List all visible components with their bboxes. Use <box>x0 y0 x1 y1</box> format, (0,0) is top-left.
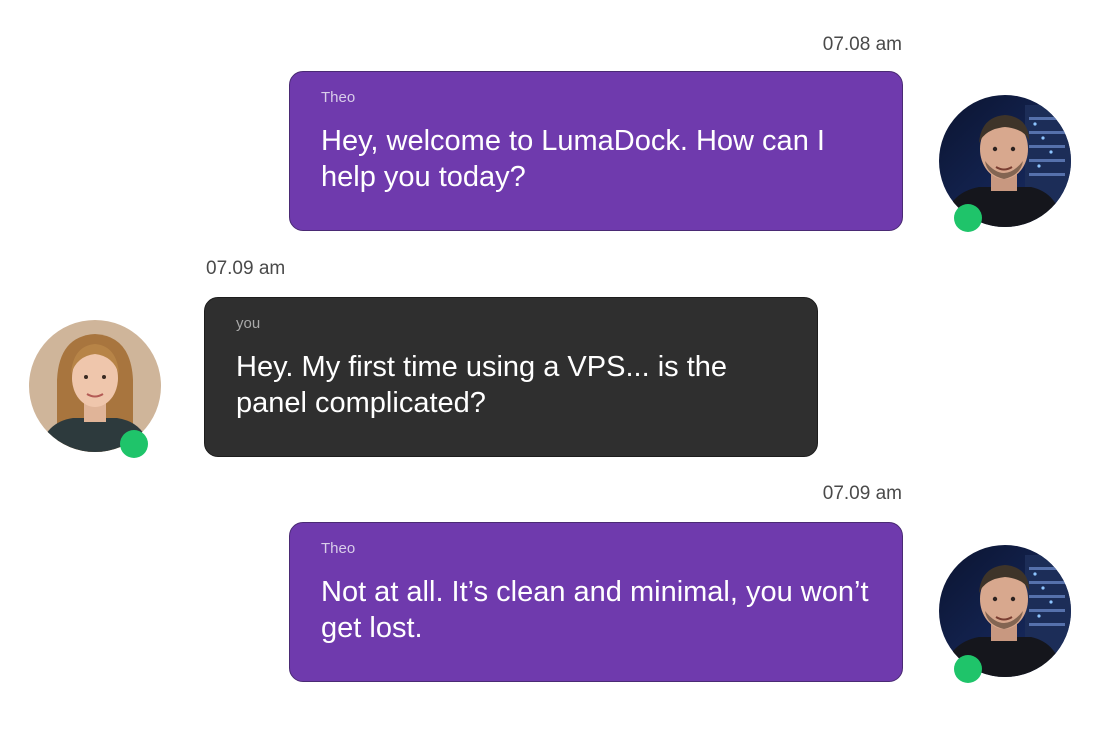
agent-avatar[interactable] <box>939 95 1071 232</box>
message-timestamp: 07.09 am <box>822 483 902 504</box>
sender-name: Theo <box>321 89 356 106</box>
message-text: Not at all. It’s clean and minimal, you … <box>321 576 869 644</box>
message-text: Hey, welcome to LumaDock. How can I help… <box>321 125 825 193</box>
sender-name: you <box>236 315 261 332</box>
message-bubble-agent: Theo Hey, welcome to LumaDock. How can I… <box>289 71 903 231</box>
message-bubble-agent: Theo Not at all. It’s clean and minimal,… <box>289 522 903 682</box>
sender-name: Theo <box>321 540 356 557</box>
agent-avatar[interactable] <box>939 545 1071 683</box>
message-text: Hey. My first time using a VPS... is the… <box>236 351 728 419</box>
message-timestamp: 07.09 am <box>206 258 286 279</box>
online-status-indicator <box>954 204 982 232</box>
message-bubble-user: you Hey. My first time using a VPS... is… <box>204 297 818 457</box>
online-status-indicator <box>954 655 982 683</box>
message-timestamp: 07.08 am <box>822 34 902 55</box>
online-status-indicator <box>120 430 148 458</box>
user-avatar[interactable] <box>29 320 161 458</box>
